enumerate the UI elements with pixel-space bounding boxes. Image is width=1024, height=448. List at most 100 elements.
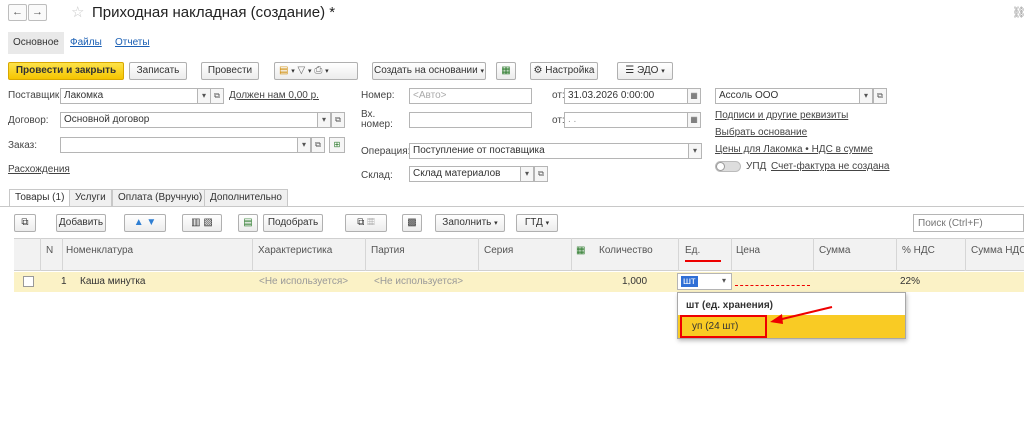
prices-link[interactable]: Цены для Лакомка • НДС в сумме	[715, 144, 873, 155]
col-price[interactable]: Цена	[736, 245, 760, 256]
barcode-group[interactable]: ▥ ▧	[182, 214, 222, 232]
select-items-button[interactable]: Подобрать	[263, 214, 323, 232]
incoming-date-field[interactable]: . .	[564, 112, 688, 128]
dropdown-arrow-icon[interactable]: ▾	[197, 88, 211, 104]
incoming-number-field[interactable]	[409, 112, 532, 128]
tab-files[interactable]: Файлы	[70, 37, 102, 48]
save-button[interactable]: Записать	[129, 62, 187, 80]
incoming-date-from-label: от:	[552, 115, 565, 126]
number-field[interactable]: <Авто>	[409, 88, 532, 104]
row-characteristic[interactable]: <Не используется>	[259, 276, 348, 287]
col-item[interactable]: Номенклатура	[66, 245, 133, 256]
date-field[interactable]: 31.03.2026 0:00:00	[564, 88, 688, 104]
col-characteristic[interactable]: Характеристика	[258, 245, 332, 256]
copy-rows-icon[interactable]: ⧉	[14, 214, 36, 232]
unit-cell-editor[interactable]: шт ▾	[677, 273, 732, 290]
tab-payment[interactable]: Оплата (Вручную)	[112, 189, 209, 206]
upd-toggle[interactable]	[715, 161, 741, 172]
fill-button[interactable]: Заполнить ▾	[435, 214, 505, 232]
tab-main[interactable]: Основное	[8, 32, 64, 54]
signatures-link[interactable]: Подписи и другие реквизиты	[715, 110, 848, 121]
supplier-debt-link[interactable]: Должен нам 0,00 р.	[229, 90, 319, 101]
calendar-icon[interactable]: ▦	[687, 88, 701, 104]
copy-paste-group[interactable]: ⧉ ▦	[345, 214, 387, 232]
post-button[interactable]: Провести	[201, 62, 259, 80]
search-input[interactable]	[913, 214, 1024, 232]
row-quantity[interactable]: 1,000	[622, 276, 647, 287]
barcode-icon[interactable]: ▥	[191, 217, 200, 228]
contract-label: Договор:	[8, 115, 49, 126]
barcode-scan-icon[interactable]: ▧	[203, 217, 212, 228]
order-field[interactable]	[60, 137, 298, 153]
chevron-down-icon[interactable]: ▾	[722, 276, 726, 285]
unit-cell-value[interactable]: шт	[681, 276, 698, 287]
table-header: N Номенклатура Характеристика Партия Сер…	[14, 238, 1024, 271]
edo-button[interactable]: ☰ ЭДО ▾	[617, 62, 673, 80]
col-sum[interactable]: Сумма	[819, 245, 850, 256]
dropdown-arrow-icon[interactable]: ▾	[520, 166, 534, 182]
tab-additional[interactable]: Дополнительно	[204, 189, 288, 206]
back-button[interactable]: ←	[8, 4, 27, 21]
col-divider	[365, 238, 366, 271]
row-vat-rate[interactable]: 22%	[900, 276, 920, 287]
tab-divider	[0, 206, 1024, 207]
report-icon[interactable]: ▤	[279, 65, 288, 76]
invoice-link[interactable]: Счет-фактура не создана	[771, 161, 890, 172]
excel-icon[interactable]: ▤	[238, 214, 258, 232]
dropdown-arrow-icon[interactable]: ▾	[297, 137, 311, 153]
row-checkbox[interactable]	[23, 276, 34, 287]
settings-button[interactable]: ⚙ Настройка	[530, 62, 598, 80]
paste-icon[interactable]: ▦	[367, 217, 375, 228]
move-rows-group[interactable]: ▲ ▼	[124, 214, 166, 232]
printer-icon[interactable]: ⎙	[314, 65, 322, 76]
row-batch[interactable]: <Не используется>	[374, 276, 463, 287]
edo-icon: ☰	[625, 65, 635, 76]
print-actions-group[interactable]: ▤ ▾ ▽ ▾ ⎙ ▾	[274, 62, 358, 80]
tab-services[interactable]: Услуги	[69, 189, 112, 206]
discrepancies-link[interactable]: Расхождения	[8, 164, 70, 175]
chevron-down-icon: ▾	[480, 68, 485, 75]
contract-field[interactable]: Основной договор	[60, 112, 318, 128]
open-icon[interactable]: ⧉	[331, 112, 345, 128]
row-item[interactable]: Каша минутка	[80, 276, 145, 287]
col-vat-rate[interactable]: % НДС	[902, 245, 935, 256]
select-base-link[interactable]: Выбрать основание	[715, 127, 807, 138]
col-quantity[interactable]: Количество	[599, 245, 653, 256]
filter-icon[interactable]: ▽	[298, 65, 306, 76]
tab-goods[interactable]: Товары (1)	[9, 189, 71, 207]
post-and-close-button[interactable]: Провести и закрыть	[8, 62, 124, 80]
open-icon[interactable]: ⧉	[534, 166, 548, 182]
open-icon[interactable]: ⧉	[311, 137, 325, 153]
add-order-icon[interactable]: ⊞	[329, 137, 345, 153]
tab-reports[interactable]: Отчеты	[115, 37, 150, 48]
col-vat-sum[interactable]: Сумма НДС	[971, 245, 1024, 256]
add-row-button[interactable]: Добавить	[56, 214, 106, 232]
col-batch[interactable]: Партия	[371, 245, 405, 256]
copy-icon[interactable]: ⧉	[357, 217, 364, 228]
col-series[interactable]: Серия	[484, 245, 513, 256]
chevron-down-icon: ▾	[308, 68, 312, 75]
open-icon[interactable]: ⧉	[210, 88, 224, 104]
supplier-field[interactable]: Лакомка	[60, 88, 198, 104]
link-icon[interactable]: ⛓	[1012, 6, 1024, 19]
dropdown-arrow-icon[interactable]: ▾	[317, 112, 331, 128]
create-based-on-button[interactable]: Создать на основании ▾	[372, 62, 486, 80]
col-n[interactable]: N	[46, 245, 53, 256]
dropdown-arrow-icon[interactable]: ▾	[688, 143, 702, 159]
calendar-icon[interactable]: ▦	[687, 112, 701, 128]
open-icon[interactable]: ⧉	[873, 88, 887, 104]
warehouse-field[interactable]: Склад материалов	[409, 166, 521, 182]
operation-field[interactable]: Поступление от поставщика	[409, 143, 689, 159]
organization-field[interactable]: Ассоль ООО	[715, 88, 860, 104]
favorite-star-icon[interactable]: ☆	[71, 3, 84, 21]
table-row[interactable]: 1 Каша минутка <Не используется> <Не исп…	[14, 272, 1024, 292]
move-up-icon[interactable]: ▲	[134, 217, 144, 228]
gtd-button[interactable]: ГТД ▾	[516, 214, 558, 232]
col-unit[interactable]: Ед.	[685, 245, 700, 256]
dropdown-arrow-icon[interactable]: ▾	[859, 88, 873, 104]
forward-button[interactable]: →	[28, 4, 47, 21]
move-down-icon[interactable]: ▼	[146, 217, 156, 228]
table-settings-icon[interactable]: ▩	[402, 214, 422, 232]
structure-icon[interactable]: ▦	[496, 62, 516, 80]
col-divider	[478, 238, 479, 271]
